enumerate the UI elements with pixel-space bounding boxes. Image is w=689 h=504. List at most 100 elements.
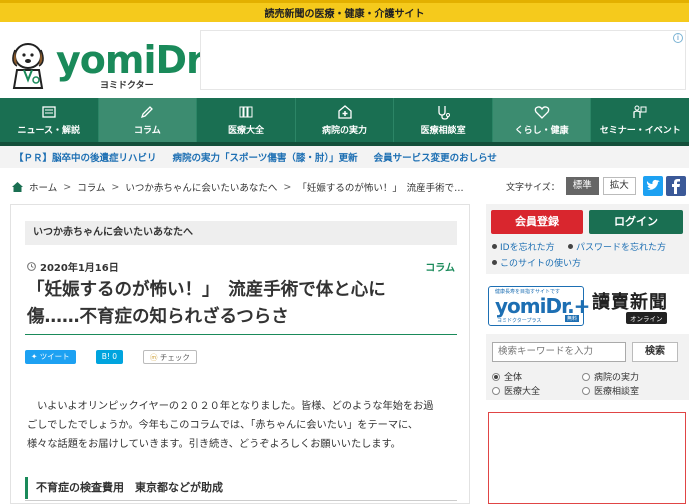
login-button[interactable]: ログイン <box>589 210 683 234</box>
register-button[interactable]: 会員登録 <box>491 210 583 234</box>
nav-seminar[interactable]: セミナー・イベント <box>591 98 689 142</box>
forgot-id-label: IDを忘れた方 <box>500 243 555 253</box>
twitter-icon: ✦ <box>31 352 38 361</box>
article-category[interactable]: コラム <box>425 259 455 274</box>
nav-seminar-label: セミナー・イベント <box>599 126 681 136</box>
title-divider <box>25 334 457 335</box>
article-title-line: 傷……不育症の知られざるつらさ <box>27 307 289 327</box>
mixi-label: チェック <box>159 353 190 362</box>
radio-label: 医療相談室 <box>594 387 640 397</box>
yomiuri-online-banner[interactable]: 讀賣新聞 オンライン <box>590 286 686 326</box>
breadcrumb-separator: > <box>63 181 72 193</box>
bullet-icon <box>492 244 497 249</box>
article-title-line: 「妊娠するのが怖い！」 流産手術で体と心に <box>27 280 386 300</box>
breadcrumb-home[interactable]: ホーム <box>29 180 57 194</box>
forgot-id-link[interactable]: IDを忘れた方 <box>492 240 555 253</box>
nav-encyclopedia[interactable]: 医療大全 <box>197 98 296 142</box>
stethoscope-icon <box>438 106 451 120</box>
banner-free-badge: 無料 <box>564 315 579 322</box>
tweet-button[interactable]: ✦ ツイート <box>25 350 76 364</box>
breadcrumb-series[interactable]: いつか赤ちゃんに会いたいあなたへ <box>125 180 277 194</box>
article-title: 「妊娠するのが怖い！」 流産手術で体と心に 傷……不育症の知られざるつらさ <box>27 277 457 331</box>
search-input[interactable]: 検索キーワードを入力 <box>492 342 626 362</box>
logo-kana: ヨミドクター <box>100 81 154 91</box>
twitter-icon[interactable] <box>643 176 663 196</box>
social-buttons <box>643 176 686 196</box>
font-size-label: 文字サイズ： <box>506 182 560 193</box>
doctor-dog-mascot-icon <box>12 43 44 89</box>
article-subheading: 不育症の検査費用 東京都などが助成 <box>25 477 457 499</box>
radio-all[interactable]: 全体 <box>492 370 522 383</box>
radio-label: 医療大全 <box>504 387 541 397</box>
radio-encyclopedia[interactable]: 医療大全 <box>492 384 540 397</box>
header-ad-banner[interactable]: i <box>200 30 686 90</box>
books-icon <box>239 106 253 118</box>
nav-lifestyle[interactable]: くらし・健康 <box>492 98 592 142</box>
clock-icon <box>27 262 36 271</box>
facebook-icon[interactable] <box>666 176 686 196</box>
radio-selected-icon <box>492 372 500 381</box>
breadcrumb-separator: > <box>111 181 120 193</box>
global-nav: ニュース・解説 コラム 医療大全 病院の実力 医療相談室 くらし・健康 セミナー… <box>0 98 689 142</box>
hatena-count: 0 <box>112 352 118 361</box>
mixi-check-button[interactable]: ⓜ チェック <box>143 350 197 364</box>
forgot-password-label: パスワードを忘れた方 <box>576 243 667 253</box>
nav-lifestyle-label: くらし・健康 <box>514 126 569 136</box>
logo-wordmark: yomiDr. <box>56 38 213 82</box>
radio-consult[interactable]: 医療相談室 <box>582 384 639 397</box>
body-line: いよいよオリンピックイヤーの２０２０年となりました。皆様、どのような年始をお過 <box>27 401 434 412</box>
newspaper-icon <box>42 106 56 118</box>
hatena-bookmark-button[interactable]: B! 0 <box>95 350 124 364</box>
body-line: 様々な話題をお届けしていきます。引き続き、どうぞよろしくお願いいたします。 <box>27 439 401 450</box>
article-body: いよいよオリンピックイヤーの２０２０年となりました。皆様、どのような年始をお過 … <box>27 397 457 454</box>
heart-icon <box>534 106 549 119</box>
news-link[interactable]: 病院の実力「スポーツ傷害（膝・肘）」更新 <box>173 150 358 164</box>
nav-encyclopedia-label: 医療大全 <box>227 126 264 136</box>
breadcrumb-column[interactable]: コラム <box>77 180 105 194</box>
pen-icon <box>141 106 154 119</box>
tweet-label: ツイート <box>39 352 70 361</box>
search-button[interactable]: 検索 <box>632 342 678 362</box>
hospital-icon <box>337 105 352 119</box>
series-title[interactable]: いつか赤ちゃんに会いたいあなたへ <box>25 221 457 245</box>
sidebar-ad[interactable] <box>488 412 686 504</box>
site-search: 検索キーワードを入力 検索 全体 病院の実力 医療大全 医療相談室 <box>486 334 689 400</box>
breadcrumb: ホーム > コラム > いつか赤ちゃんに会いたいあなたへ > 「妊娠するのが怖い… <box>12 180 464 194</box>
font-size-switcher: 文字サイズ： 標準 拡大 <box>506 177 636 195</box>
nav-column[interactable]: コラム <box>98 98 198 142</box>
site-logo[interactable]: yomiDr. ヨミドクター <box>8 38 213 94</box>
nav-hospital[interactable]: 病院の実力 <box>296 98 395 142</box>
forgot-password-link[interactable]: パスワードを忘れた方 <box>568 240 666 253</box>
ad-info-icon[interactable]: i <box>673 33 683 43</box>
font-size-large-button[interactable]: 拡大 <box>602 177 636 195</box>
hatena-icon: B! <box>101 352 110 361</box>
yomidr-plus-banner[interactable]: 健康長寿を目指すサイトです yomiDr.+ ヨミドクタープラス 無料 <box>488 286 590 326</box>
bullet-icon <box>568 244 573 249</box>
article-date-text: 2020年1月16日 <box>40 263 119 274</box>
radio-icon <box>492 386 500 395</box>
site-tagline: 読売新聞の医療・健康・介護サイト <box>264 9 425 20</box>
nav-news[interactable]: ニュース・解説 <box>0 98 99 142</box>
member-box: 会員登録 ログイン IDを忘れた方 パスワードを忘れた方 このサイトの使い方 <box>486 204 689 274</box>
font-size-standard-button[interactable]: 標準 <box>565 177 599 195</box>
radio-label: 病院の実力 <box>594 373 640 383</box>
breadcrumb-separator: > <box>283 181 292 193</box>
radio-icon <box>582 372 590 381</box>
yomiuri-logo: 讀賣新聞 <box>592 292 668 313</box>
howto-link[interactable]: このサイトの使い方 <box>492 256 581 269</box>
share-buttons: ✦ ツイート B! 0 ⓜ チェック <box>25 350 197 364</box>
radio-icon <box>582 386 590 395</box>
site-tagline-bar: 読売新聞の医療・健康・介護サイト <box>0 0 689 22</box>
news-link[interactable]: 【ＰＲ】脳卒中の後遺症リハビリ <box>14 150 157 164</box>
radio-label: 全体 <box>504 373 523 383</box>
online-badge: オンライン <box>626 312 667 324</box>
news-link[interactable]: 会員サービス変更のおしらせ <box>374 150 497 164</box>
nav-consult-label: 医療相談室 <box>420 126 466 136</box>
body-line: ごしでしたでしょうか。今年もこのコラムでは、「赤ちゃんに会いたい」をテーマに、 <box>27 420 419 431</box>
radio-hospital[interactable]: 病院の実力 <box>582 370 639 383</box>
sidebar: 会員登録 ログイン IDを忘れた方 パスワードを忘れた方 このサイトの使い方 健… <box>486 204 689 504</box>
nav-consult[interactable]: 医療相談室 <box>394 98 493 142</box>
breadcrumb-current: 「妊娠するのが怖い！」 流産手術で… <box>297 183 464 194</box>
subheading-divider <box>25 500 457 501</box>
nav-news-label: ニュース・解説 <box>17 126 81 136</box>
